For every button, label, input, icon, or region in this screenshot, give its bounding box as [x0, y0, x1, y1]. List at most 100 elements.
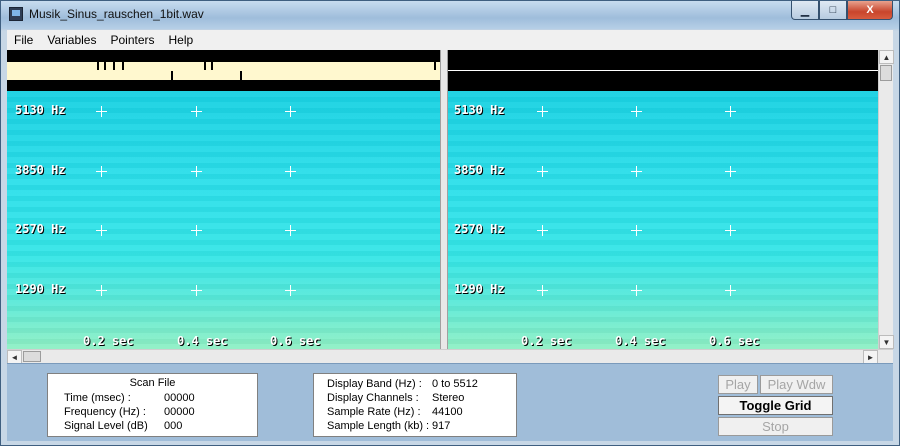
grid-cross — [725, 166, 736, 177]
scan-label: Signal Level (dB) — [64, 420, 148, 432]
grid-cross — [191, 225, 202, 236]
waveform-band — [448, 62, 878, 80]
grid-cross — [96, 225, 107, 236]
right-waveform-strip — [448, 50, 878, 91]
scan-row: Signal Level (dB) 000 — [64, 420, 182, 432]
grid-cross — [725, 285, 736, 296]
left-spectrogram[interactable] — [7, 91, 440, 349]
info-row: Sample Length (kb) : 917 — [327, 420, 450, 432]
info-panel: Scan File Time (msec) : 00000 Frequency … — [7, 363, 893, 441]
info-value: 0 to 5512 — [432, 378, 478, 390]
info-value: 44100 — [432, 406, 463, 418]
scan-value: 00000 — [164, 392, 195, 404]
vertical-scrollbar[interactable]: ▲ ▼ — [878, 50, 894, 349]
time-label: 0.6 sec — [709, 334, 760, 348]
right-channel-pane[interactable]: 5130 Hz 3850 Hz 2570 Hz 1290 Hz 0.2 sec … — [448, 50, 878, 349]
app-icon — [9, 7, 23, 21]
scan-label: Frequency (Hz) : — [64, 406, 146, 418]
info-label: Display Channels : — [327, 392, 419, 404]
scan-value: 00000 — [164, 406, 195, 418]
grid-cross — [537, 166, 548, 177]
window-title: Musik_Sinus_rauschen_1bit.wav — [29, 7, 204, 21]
freq-label: 5130 Hz — [454, 103, 505, 117]
scroll-right-button[interactable]: ► — [863, 350, 878, 364]
grid-cross — [537, 285, 548, 296]
toggle-grid-button[interactable]: Toggle Grid — [718, 396, 833, 415]
grid-cross — [631, 166, 642, 177]
freq-label: 1290 Hz — [454, 282, 505, 296]
horizontal-scrollbar[interactable]: ◄ ► — [7, 349, 893, 364]
marker-tick — [240, 71, 242, 80]
stop-button[interactable]: Stop — [718, 417, 833, 436]
info-value: 917 — [432, 420, 451, 432]
time-label: 0.6 sec — [270, 334, 321, 348]
scan-row: Time (msec) : 00000 — [64, 392, 195, 404]
right-spectrogram[interactable] — [448, 91, 878, 349]
time-label: 0.2 sec — [521, 334, 572, 348]
menu-file[interactable]: File — [7, 33, 40, 47]
grid-cross — [285, 166, 296, 177]
info-value: Stereo — [432, 392, 465, 404]
left-waveform-strip — [7, 50, 440, 91]
info-row: Display Channels : Stereo — [327, 392, 464, 404]
scroll-left-button[interactable]: ◄ — [7, 350, 22, 364]
grid-cross — [285, 225, 296, 236]
marker-tick — [171, 71, 173, 80]
waveform-band — [7, 62, 440, 80]
scan-file-box: Scan File Time (msec) : 00000 Frequency … — [47, 373, 258, 437]
time-label: 0.4 sec — [615, 334, 666, 348]
scroll-up-button[interactable]: ▲ — [879, 50, 894, 64]
vertical-scroll-thumb[interactable] — [880, 65, 892, 81]
scan-label: Time (msec) : — [64, 392, 131, 404]
grid-cross — [631, 285, 642, 296]
marker-tick — [113, 62, 115, 70]
left-channel-pane[interactable]: 5130 Hz 3850 Hz 2570 Hz 1290 Hz 0.2 sec … — [7, 50, 440, 349]
info-label: Sample Rate (Hz) : — [327, 406, 421, 418]
grid-cross — [96, 166, 107, 177]
info-label: Display Band (Hz) : — [327, 378, 422, 390]
marker-tick — [97, 62, 99, 70]
freq-label: 2570 Hz — [15, 222, 66, 236]
menu-help[interactable]: Help — [162, 33, 201, 47]
grid-cross — [537, 106, 548, 117]
horizontal-scroll-thumb[interactable] — [23, 351, 41, 362]
time-label: 0.4 sec — [177, 334, 228, 348]
marker-tick — [211, 62, 213, 70]
menu-pointers[interactable]: Pointers — [103, 33, 161, 47]
grid-cross — [631, 106, 642, 117]
grid-cross — [725, 106, 736, 117]
scan-row: Frequency (Hz) : 00000 — [64, 406, 195, 418]
grid-cross — [285, 285, 296, 296]
scan-file-title: Scan File — [129, 377, 176, 389]
scan-value: 000 — [164, 420, 183, 432]
info-row: Sample Rate (Hz) : 44100 — [327, 406, 463, 418]
pane-splitter[interactable] — [440, 50, 448, 349]
window-controls: ▁ □ X — [791, 1, 893, 21]
display-info-box: Display Band (Hz) : 0 to 5512 Display Ch… — [313, 373, 517, 437]
info-row: Display Band (Hz) : 0 to 5512 — [327, 378, 478, 390]
grid-cross — [285, 106, 296, 117]
app-window: Musik_Sinus_rauschen_1bit.wav ▁ □ X File… — [0, 0, 900, 446]
maximize-button[interactable]: □ — [819, 1, 847, 20]
play-button[interactable]: Play — [718, 375, 758, 394]
grid-cross — [191, 166, 202, 177]
grid-cross — [725, 225, 736, 236]
time-label: 0.2 sec — [83, 334, 134, 348]
client-area: 5130 Hz 3850 Hz 2570 Hz 1290 Hz 0.2 sec … — [7, 50, 894, 364]
close-button[interactable]: X — [847, 1, 893, 20]
marker-tick — [434, 62, 436, 70]
scroll-down-button[interactable]: ▼ — [879, 335, 894, 349]
menu-variables[interactable]: Variables — [40, 33, 103, 47]
grid-cross — [191, 106, 202, 117]
menu-bar: File Variables Pointers Help — [7, 30, 893, 50]
minimize-button[interactable]: ▁ — [791, 1, 819, 20]
grid-cross — [96, 285, 107, 296]
play-window-button[interactable]: Play Wdw — [760, 375, 833, 394]
title-bar[interactable]: Musik_Sinus_rauschen_1bit.wav ▁ □ X — [1, 1, 899, 29]
grid-cross — [537, 225, 548, 236]
grid-cross — [191, 285, 202, 296]
marker-tick — [104, 62, 106, 70]
freq-label: 3850 Hz — [15, 163, 66, 177]
waveform-line — [448, 70, 878, 71]
grid-cross — [631, 225, 642, 236]
